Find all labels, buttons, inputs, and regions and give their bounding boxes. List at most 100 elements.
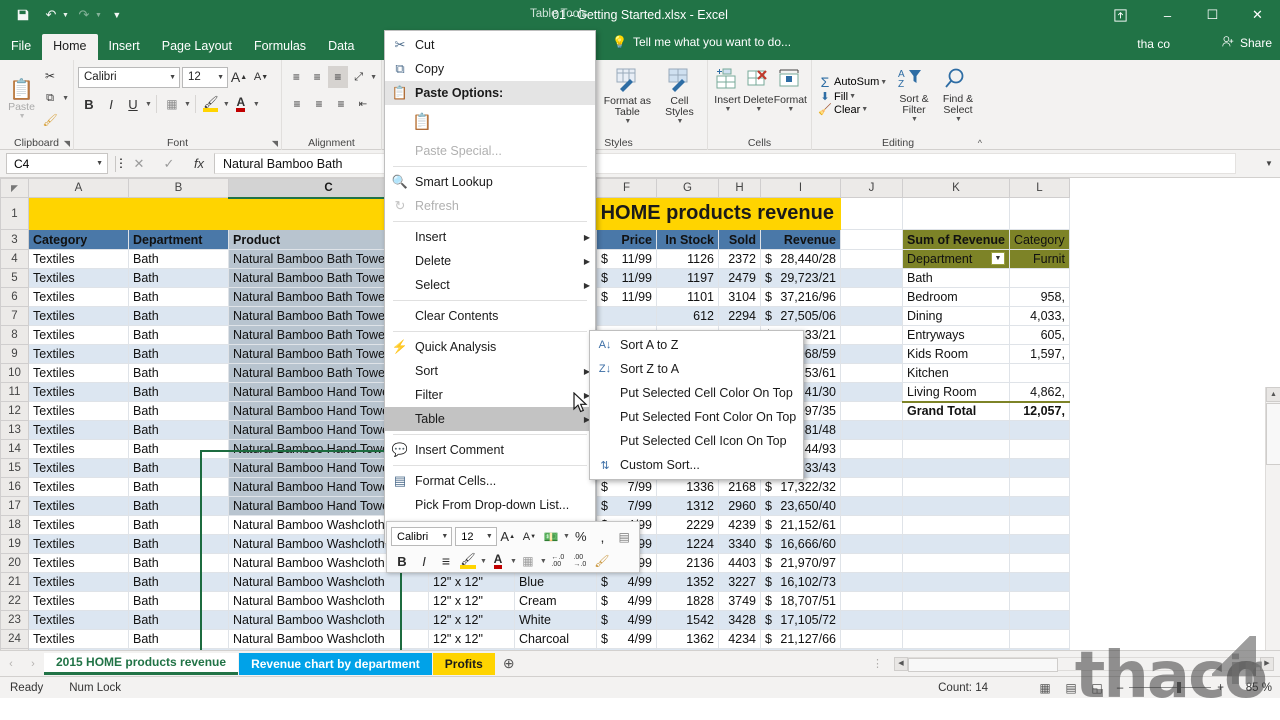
pivot-title-cell[interactable]: Sum of Revenue — [902, 229, 1010, 250]
ribbon-display-options-icon[interactable] — [1100, 0, 1140, 30]
pivot-row-label[interactable]: Entryways — [902, 325, 1010, 345]
table-header-in-stock[interactable]: In Stock — [656, 229, 719, 250]
cell-revenue[interactable]: $29,723/21 — [760, 268, 841, 288]
mini-fill-color-button[interactable]: 🖌 — [457, 550, 479, 572]
table-row[interactable]: 22 Textiles Bath Natural Bamboo Washcloth 12… — [0, 591, 1070, 611]
cell-size[interactable]: 12" x 12" — [428, 591, 515, 611]
cell-empty[interactable] — [902, 458, 1010, 478]
cell-department[interactable]: Bath — [128, 458, 229, 478]
sheet-tab-chart[interactable]: Revenue chart by department — [239, 652, 432, 675]
clear-caret-icon[interactable]: ▼ — [861, 106, 868, 113]
row-header-8[interactable]: 8 — [0, 325, 29, 345]
pivot-row-label[interactable]: Living Room — [902, 382, 1010, 402]
tab-data[interactable]: Data — [317, 34, 365, 60]
redo-icon[interactable]: ↷ — [71, 4, 97, 26]
cell-price[interactable]: $11/99 — [596, 268, 657, 288]
copy-caret-icon[interactable]: ▼ — [62, 95, 69, 102]
cell-empty[interactable] — [840, 553, 903, 573]
cell-category[interactable]: Textiles — [28, 496, 129, 516]
scroll-left-arrow[interactable]: ◀ — [894, 656, 908, 671]
cell-sold[interactable]: 3749 — [718, 591, 761, 611]
cancel-edit-button[interactable]: ✕ — [124, 156, 154, 172]
mini-increase-font-button[interactable]: A ▲ — [497, 526, 519, 548]
menu-item-insert[interactable]: Insert ▶ — [385, 225, 595, 249]
insert-cells-button[interactable]: Insert ▼ — [712, 65, 743, 113]
cell-category[interactable]: Textiles — [28, 420, 129, 440]
cell-category[interactable]: Textiles — [28, 401, 129, 421]
fill-color-button[interactable]: 🖌 — [200, 93, 222, 115]
column-header-j[interactable]: J — [840, 178, 903, 198]
decrease-font-size-button[interactable]: A ▼ — [250, 66, 272, 88]
align-right-button[interactable]: ≡ — [330, 93, 352, 115]
font-dialog-launcher-icon[interactable]: ◥ — [272, 139, 278, 148]
cell-department[interactable]: Bath — [128, 420, 229, 440]
name-box-caret-icon[interactable]: ▼ — [96, 160, 103, 167]
row-header-11[interactable]: 11 — [0, 382, 29, 402]
cell-empty[interactable] — [840, 229, 903, 250]
cell-in-stock[interactable]: 2136 — [656, 553, 719, 573]
submenu-item-put-selected-cell-color-on-top[interactable]: Put Selected Cell Color On Top — [590, 381, 803, 405]
column-header-i[interactable]: I — [760, 178, 841, 198]
format-as-table-button[interactable]: Format as Table ▼ — [599, 65, 656, 125]
name-box[interactable]: C4 ▼ — [6, 153, 108, 174]
menu-item-sort[interactable]: Sort ▶ — [385, 359, 595, 383]
paste-options-row[interactable]: 📋 — [385, 105, 595, 139]
cell-empty[interactable] — [840, 515, 903, 535]
cell-styles-button[interactable]: Cell Styles ▼ — [656, 65, 703, 125]
mini-toolbar[interactable]: Calibri ▼ 12 ▼ A ▲ A ▼ 💵 ▼ % , ▤ B I ≡ 🖌 ▼… — [386, 521, 640, 573]
sheet-tab-profits[interactable]: Profits — [432, 652, 495, 675]
cell-empty[interactable] — [840, 534, 903, 554]
cell-in-stock[interactable]: 1828 — [656, 591, 719, 611]
pivot-row-value[interactable] — [1008, 268, 1070, 288]
cell-empty[interactable] — [902, 496, 1010, 516]
format-cells-caret-icon[interactable]: ▼ — [787, 106, 794, 113]
tab-home[interactable]: Home — [42, 34, 98, 60]
cell-price[interactable]: $7/99 — [596, 477, 657, 497]
zoom-in-button[interactable]: + — [1217, 682, 1224, 694]
cell-category[interactable]: Textiles — [28, 363, 129, 383]
row-header-20[interactable]: 20 — [0, 553, 29, 573]
cell-category[interactable]: Textiles — [28, 249, 129, 269]
pivot-column-field-cell[interactable]: Category — [1008, 229, 1070, 250]
decrease-indent-button[interactable]: ⇤ — [352, 93, 374, 115]
pivot-row-value[interactable] — [1008, 363, 1070, 383]
tab-insert[interactable]: Insert — [98, 34, 151, 60]
account-name[interactable]: tha co — [1137, 37, 1170, 51]
tell-me-box[interactable]: 💡 Tell me what you want to do... — [612, 35, 791, 49]
mini-percent-button[interactable]: % — [570, 526, 592, 548]
cell-revenue[interactable]: $28,440/28 — [760, 249, 841, 269]
borders-caret-icon[interactable]: ▼ — [184, 101, 191, 108]
menu-item-pick-from-drop-down-list[interactable]: Pick From Drop-down List... — [385, 493, 595, 517]
cell-price[interactable]: $4/99 — [596, 572, 657, 592]
borders-button[interactable]: ▦ — [161, 93, 183, 115]
pivot-row-value[interactable]: 4,033, — [1008, 306, 1070, 326]
tab-page-layout[interactable]: Page Layout — [151, 34, 243, 60]
cell-empty[interactable] — [1008, 591, 1070, 611]
expand-formula-bar-icon[interactable]: ▼ — [1258, 159, 1280, 168]
table-header-sold[interactable]: Sold — [718, 229, 761, 250]
cell-empty[interactable] — [902, 629, 1010, 649]
table-row[interactable]: 24 Textiles Bath Natural Bamboo Washcloth 12… — [0, 629, 1070, 649]
cell-empty[interactable] — [1008, 458, 1070, 478]
menu-item-smart-lookup[interactable]: 🔍 Smart Lookup — [385, 170, 595, 194]
vertical-scrollbar[interactable]: ▲ — [1265, 387, 1280, 650]
customize-qat-icon[interactable]: ▼ — [104, 4, 130, 26]
cell-empty[interactable] — [1008, 496, 1070, 516]
cell-empty[interactable] — [840, 591, 903, 611]
align-left-button[interactable]: ≡ — [286, 93, 308, 115]
next-sheet-arrow[interactable]: › — [22, 658, 44, 670]
mini-format-painter-button[interactable]: 🖌 — [591, 550, 613, 572]
zoom-thumb[interactable] — [1177, 682, 1182, 693]
vertical-scroll-thumb[interactable] — [1266, 403, 1280, 465]
row-header-24[interactable]: 24 — [0, 629, 29, 649]
cell-empty[interactable] — [902, 197, 1010, 230]
cell-revenue[interactable]: $21,127/66 — [760, 629, 841, 649]
cell-in-stock[interactable]: 1362 — [656, 629, 719, 649]
cell-price[interactable]: $11/99 — [596, 249, 657, 269]
font-size-caret-icon[interactable]: ▼ — [213, 74, 224, 81]
scroll-right-arrow[interactable]: ▶ — [1260, 656, 1274, 671]
cell-department[interactable]: Bath — [128, 534, 229, 554]
cell-size[interactable]: 12" x 12" — [428, 572, 515, 592]
cell-empty[interactable] — [840, 249, 903, 269]
cell-product[interactable]: Natural Bamboo Washcloth — [228, 572, 429, 592]
